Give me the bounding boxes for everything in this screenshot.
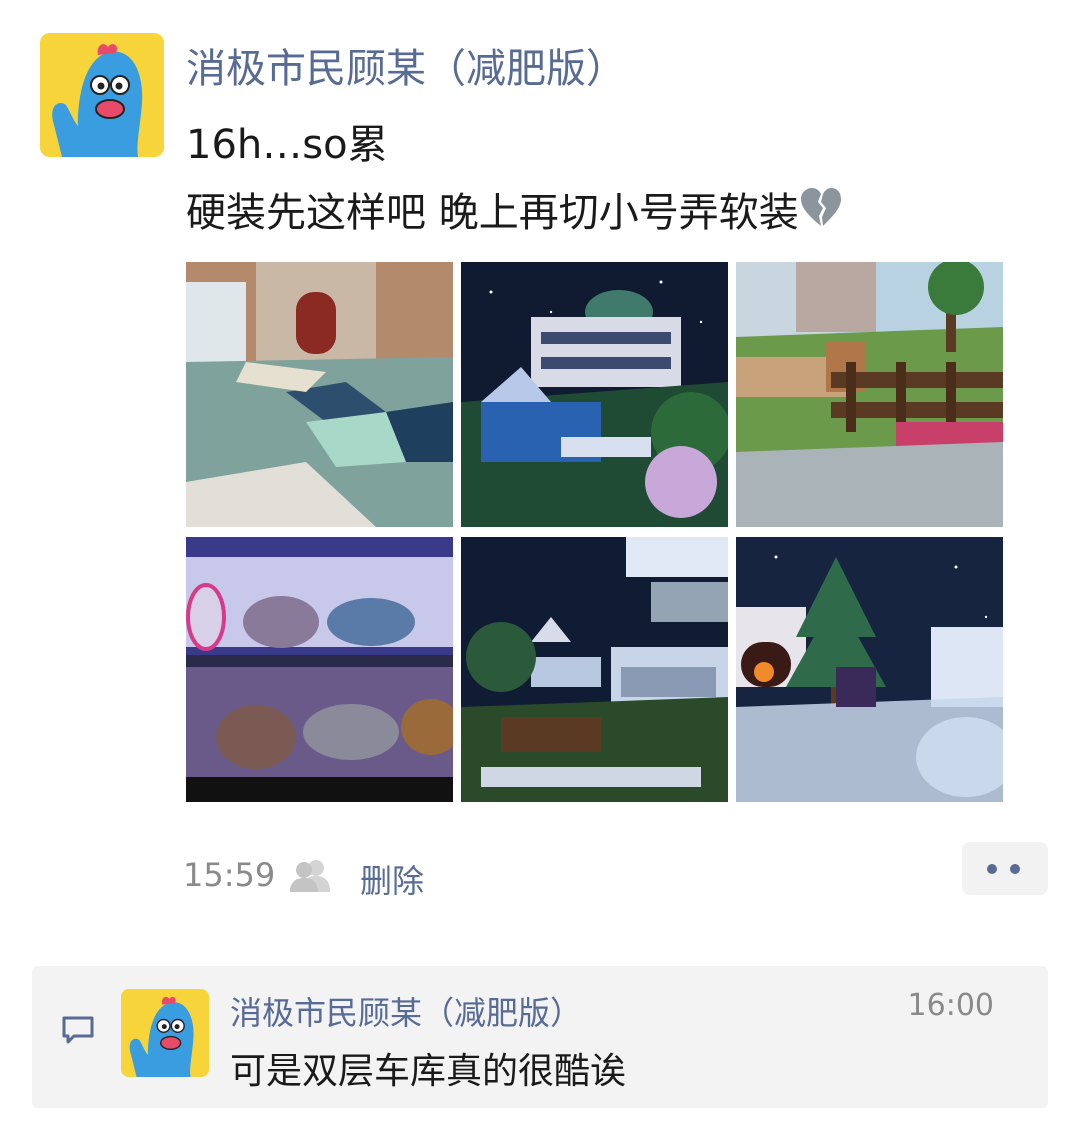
broken-heart-icon (800, 188, 841, 226)
photo-grid (186, 262, 1003, 802)
photo-garden-entrance[interactable] (186, 262, 453, 527)
photo-night-mansion[interactable] (461, 262, 728, 527)
post-text-line-2-text: 硬装先这样吧 晚上再切小号弄软装 (186, 190, 799, 236)
comment-text[interactable]: 可是双层车库真的很酷诶 (230, 1042, 626, 1094)
photo-night-garden-rooms[interactable] (461, 537, 728, 802)
post-time: 15:59 (183, 856, 276, 894)
comment-icon (62, 1016, 94, 1044)
more-icon-dot (1010, 864, 1020, 874)
post-author-name[interactable]: 消极市民顾某（减肥版） (186, 36, 626, 94)
photo-double-garage[interactable] (186, 537, 453, 802)
more-icon (987, 864, 997, 874)
comment-time: 16:00 (907, 988, 994, 1023)
more-button[interactable] (962, 842, 1048, 895)
post-text-line-2: 硬装先这样吧 晚上再切小号弄软装 (186, 180, 843, 238)
friends-icon (290, 860, 330, 892)
photo-farm-fence[interactable] (736, 262, 1003, 527)
delete-button[interactable]: 删除 (360, 856, 424, 902)
character-avatar-icon (121, 989, 209, 1077)
character-avatar-icon (40, 33, 164, 157)
avatar[interactable] (40, 33, 164, 157)
post-text-line-1: 16h…so累 (186, 122, 388, 168)
comment-section: 消极市民顾某（减肥版） 16:00 可是双层车库真的很酷诶 (32, 966, 1048, 1108)
photo-christmas-tree[interactable] (736, 537, 1003, 802)
comment-avatar[interactable] (121, 989, 209, 1077)
comment-author-name[interactable]: 消极市民顾某（减肥版） (230, 988, 582, 1034)
